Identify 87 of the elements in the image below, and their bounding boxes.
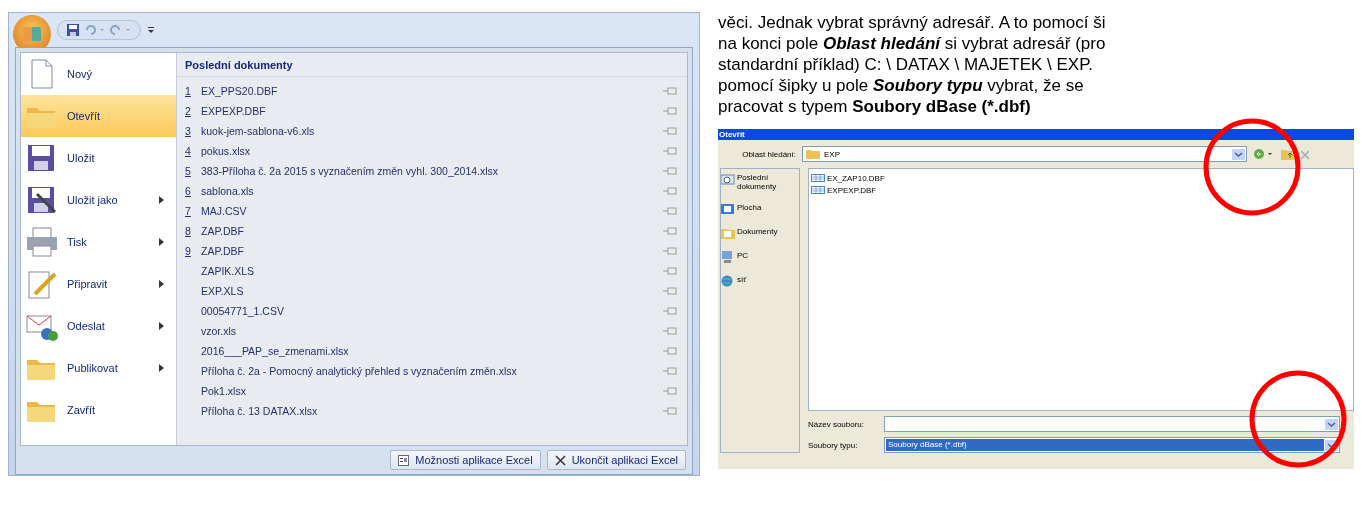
recent-document-item[interactable]: 9 ZAP.DBF [177, 241, 687, 261]
recent-document-item[interactable]: Příloha č. 2a - Pomocný analytický přehled s vyznačením změn.xlsx [177, 361, 687, 381]
recent-document-item[interactable]: 1 EX_PPS20.DBF [177, 81, 687, 101]
pin-icon[interactable] [663, 147, 677, 155]
recent-documents-heading: Poslední dokumenty [177, 53, 687, 77]
pin-icon[interactable] [663, 307, 677, 315]
paragraph-line: na konci pole Oblast hledání si vybrat adresář (pro [718, 33, 1107, 54]
recent-document-item[interactable]: 7 MAJ.CSV [177, 201, 687, 221]
menu-item[interactable]: Publikovat [21, 347, 176, 389]
recent-document-item[interactable]: vzor.xls [177, 321, 687, 341]
look-in-label: Oblast hledání: [741, 149, 796, 159]
menu-item[interactable]: Odeslat [21, 305, 176, 347]
desktop-icon [721, 203, 735, 215]
recent-document-item[interactable]: ZAPIK.XLS [177, 261, 687, 281]
recent-document-item[interactable]: 4 pokus.xlsx [177, 141, 687, 161]
close-icon [554, 454, 566, 466]
pin-icon[interactable] [663, 387, 677, 395]
back-icon[interactable] [1253, 148, 1275, 160]
pin-icon[interactable] [663, 187, 677, 195]
recent-document-item[interactable]: 00054771_1.CSV [177, 301, 687, 321]
folder-icon [806, 149, 820, 159]
file-name-label: Název souboru: [808, 419, 866, 429]
recent-document-item[interactable]: 5 383-Příloha č. 2a 2015 s vyznačením změn vyhl. 300_2014.xlsx [177, 161, 687, 181]
dialog-title: Otevřít [718, 129, 1354, 140]
pin-icon[interactable] [663, 367, 677, 375]
menu-item[interactable]: Otevřít [21, 95, 176, 137]
customize-toolbar-icon[interactable] [147, 26, 155, 34]
pin-icon[interactable] [663, 167, 677, 175]
paragraph-line: věci. Jednak vybrat správný adresář. A to pomocí ši [718, 12, 1107, 33]
pencil-icon [25, 268, 59, 300]
pin-icon[interactable] [663, 207, 677, 215]
dropdown-arrow-icon[interactable] [1325, 418, 1338, 430]
file-name-field[interactable] [884, 416, 1340, 432]
paragraph-line: pracovat s typem Soubory dBase (*.dbf) [718, 96, 1032, 117]
folder-up-icon[interactable] [1281, 148, 1295, 160]
pin-icon[interactable] [663, 247, 677, 255]
redo-icon[interactable] [110, 24, 132, 36]
printer-icon [25, 226, 59, 258]
dropdown-arrow-icon[interactable] [1232, 148, 1245, 160]
recent-document-item[interactable]: 8 ZAP.DBF [177, 221, 687, 241]
recent-document-item[interactable]: EXP.XLS [177, 281, 687, 301]
recent-document-item[interactable]: Příloha č. 13 DATAX.xlsx [177, 401, 687, 421]
menu-item[interactable]: Nový [21, 53, 176, 95]
menu-item[interactable]: Tisk [21, 221, 176, 263]
menu-item[interactable]: Připravit [21, 263, 176, 305]
delete-icon[interactable] [1301, 148, 1309, 160]
pin-icon[interactable] [663, 267, 677, 275]
options-icon [398, 454, 410, 466]
recent-document-item[interactable]: 3 kuok-jem-sablona-v6.xls [177, 121, 687, 141]
save-icon[interactable] [66, 23, 80, 37]
file-item[interactable]: EX_ZAP10.DBF [811, 172, 1351, 184]
computer-icon [721, 251, 735, 263]
floppy-disk-pen-icon [25, 184, 59, 216]
menu-item[interactable]: Uložit jako [21, 179, 176, 221]
footer-button[interactable]: Ukončit aplikaci Excel [546, 450, 686, 470]
footer-button[interactable]: Možnosti aplikace Excel [390, 450, 541, 470]
paragraph-line: pomocí šipky u pole Soubory typu vybrat, že se [718, 75, 1085, 96]
table-file-icon [811, 186, 825, 194]
table-file-icon [811, 174, 825, 182]
folder-icon [721, 227, 735, 239]
recent-document-item[interactable]: 2016___PAP_se_zmenami.xlsx [177, 341, 687, 361]
look-in-dropdown[interactable]: EXP [802, 146, 1247, 162]
pin-icon[interactable] [663, 327, 677, 335]
recent-document-item[interactable]: 6 sablona.xls [177, 181, 687, 201]
clock-icon [721, 173, 735, 185]
pin-icon[interactable] [663, 407, 677, 415]
places-item[interactable]: Dokumenty [721, 227, 799, 239]
dropdown-arrow-icon[interactable] [1325, 439, 1338, 451]
places-item[interactable]: Poslední dokumenty [721, 173, 799, 191]
pin-icon[interactable] [663, 87, 677, 95]
recent-document-item[interactable]: 2 EXPEXP.DBF [177, 101, 687, 121]
menu-item[interactable]: Zavřít [21, 389, 176, 431]
file-item[interactable]: EXPEXP.DBF [811, 184, 1351, 196]
places-item[interactable]: síť [721, 275, 799, 287]
pin-icon[interactable] [663, 127, 677, 135]
file-type-dropdown[interactable]: Soubory dBase (*.dbf) [884, 437, 1340, 453]
pin-icon[interactable] [663, 287, 677, 295]
pin-icon[interactable] [663, 227, 677, 235]
places-item[interactable]: Plocha [721, 203, 799, 215]
pin-icon[interactable] [663, 107, 677, 115]
globe-icon [721, 275, 735, 287]
places-item[interactable]: PC [721, 251, 799, 263]
recent-document-item[interactable]: Pok1.xlsx [177, 381, 687, 401]
pin-icon[interactable] [663, 347, 677, 355]
file-type-label: Soubory typu: [808, 440, 859, 450]
paragraph-line: standardní příklad) C: \ DATAX \ MAJETEK \ EXP. [718, 54, 1095, 75]
menu-item[interactable]: Uložit [21, 137, 176, 179]
